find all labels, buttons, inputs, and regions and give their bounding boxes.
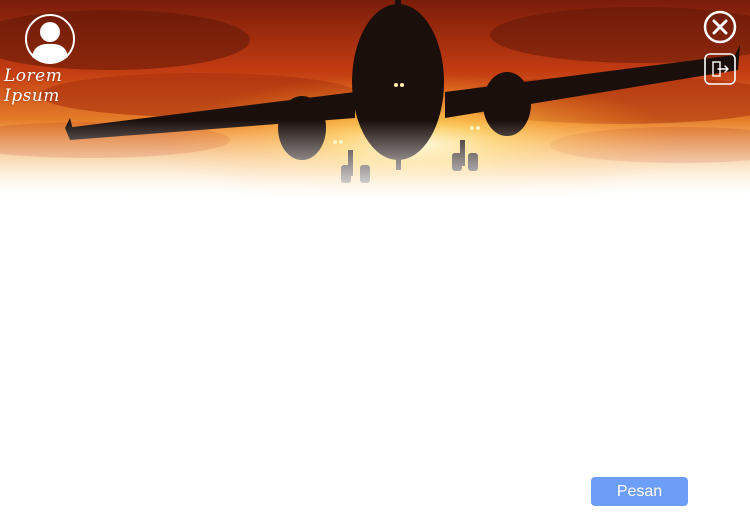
close-circle-icon bbox=[703, 10, 737, 44]
logout-icon bbox=[704, 53, 736, 85]
user-silhouette-icon bbox=[25, 14, 75, 64]
close-button[interactable] bbox=[703, 10, 737, 44]
logout-button[interactable] bbox=[704, 53, 736, 85]
avatar[interactable] bbox=[24, 13, 76, 65]
profile-name: Lorem Ipsum bbox=[4, 66, 63, 106]
order-button[interactable]: Pesan bbox=[591, 477, 688, 506]
airplane-sunset-image bbox=[0, 0, 750, 200]
airplane-banner bbox=[0, 0, 750, 200]
